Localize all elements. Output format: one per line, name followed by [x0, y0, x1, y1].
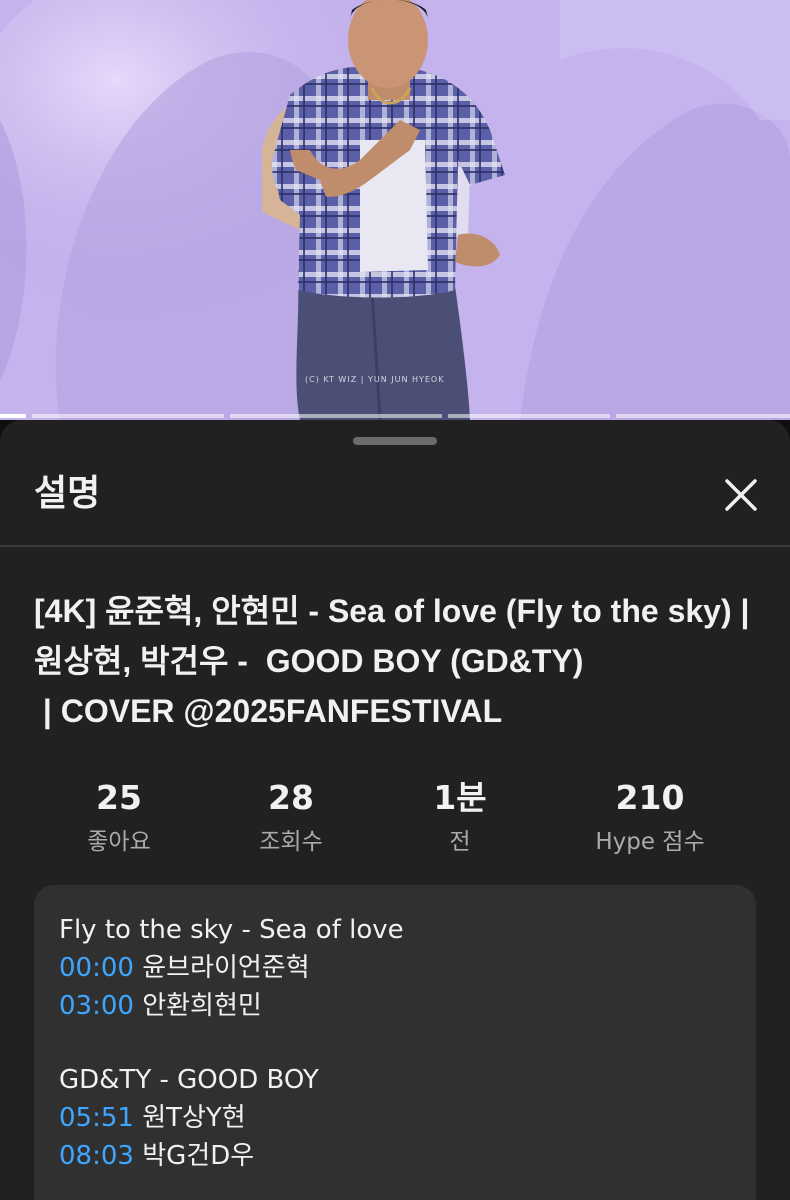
stat-label: Hype 점수 — [595, 829, 705, 855]
screen: (C) KT WIZ | YUN JUN HYEOK 설명 [4K] 윤준혁, … — [0, 0, 790, 1200]
chapter-item: 03:00 안환희현민 — [59, 987, 739, 1025]
divider — [0, 545, 790, 547]
close-button[interactable] — [712, 466, 770, 524]
timestamp-link[interactable]: 00:00 — [59, 953, 134, 983]
video-title: [4K] 윤준혁, 안현민 - Sea of love (Fly to the … — [34, 593, 750, 729]
stat-label: 좋아요 — [87, 829, 151, 855]
video-player[interactable]: (C) KT WIZ | YUN JUN HYEOK — [0, 0, 790, 420]
description-box: Fly to the sky - Sea of love 00:00 윤브라이언… — [34, 885, 756, 1200]
timestamp-link[interactable]: 03:00 — [59, 991, 134, 1021]
chapter-segment — [616, 414, 790, 418]
progress-played-segment — [0, 414, 26, 418]
chapter-segment — [448, 414, 610, 418]
description-text: Fly to the sky - Sea of love 00:00 윤브라이언… — [59, 911, 739, 1175]
stat-upload-time: 1분 전 — [360, 778, 560, 860]
chapter-text: 윤브라이언준혁 — [142, 953, 310, 983]
sheet-title: 설명 — [34, 473, 101, 514]
stat-likes: 25 좋아요 — [19, 778, 219, 860]
video-watermark: (C) KT WIZ | YUN JUN HYEOK — [305, 375, 444, 384]
stat-value: 210 — [615, 778, 685, 817]
chapter-item: 08:03 박G건D우 — [59, 1137, 739, 1175]
chapter-text: 원T상Y현 — [142, 1103, 246, 1133]
chapter-text: 박G건D우 — [142, 1141, 255, 1171]
stat-value: 1분 — [433, 778, 487, 817]
stats-row: 25 좋아요 28 조회수 1분 전 210 Hype 점수 — [0, 778, 790, 858]
chapter-item: 05:51 원T상Y현 — [59, 1099, 739, 1137]
description-sheet: 설명 [4K] 윤준혁, 안현민 - Sea of love (Fly to t… — [0, 420, 790, 1200]
drag-handle[interactable] — [353, 437, 437, 445]
section-heading: GD&TY - GOOD BOY — [59, 1065, 319, 1095]
chapter-item: 00:00 윤브라이언준혁 — [59, 949, 739, 987]
stat-value: 25 — [96, 778, 142, 817]
close-icon — [725, 479, 757, 511]
performer-on-stage-image: (C) KT WIZ | YUN JUN HYEOK — [0, 0, 790, 420]
stat-hype-score: 210 Hype 점수 — [550, 778, 750, 860]
stat-label: 전 — [449, 829, 471, 855]
chapter-segment — [230, 414, 442, 418]
chapter-segment — [32, 414, 224, 418]
section-heading: Fly to the sky - Sea of love — [59, 915, 404, 945]
timestamp-link[interactable]: 08:03 — [59, 1141, 134, 1171]
chapter-text: 안환희현민 — [142, 991, 262, 1021]
timestamp-link[interactable]: 05:51 — [59, 1103, 134, 1133]
